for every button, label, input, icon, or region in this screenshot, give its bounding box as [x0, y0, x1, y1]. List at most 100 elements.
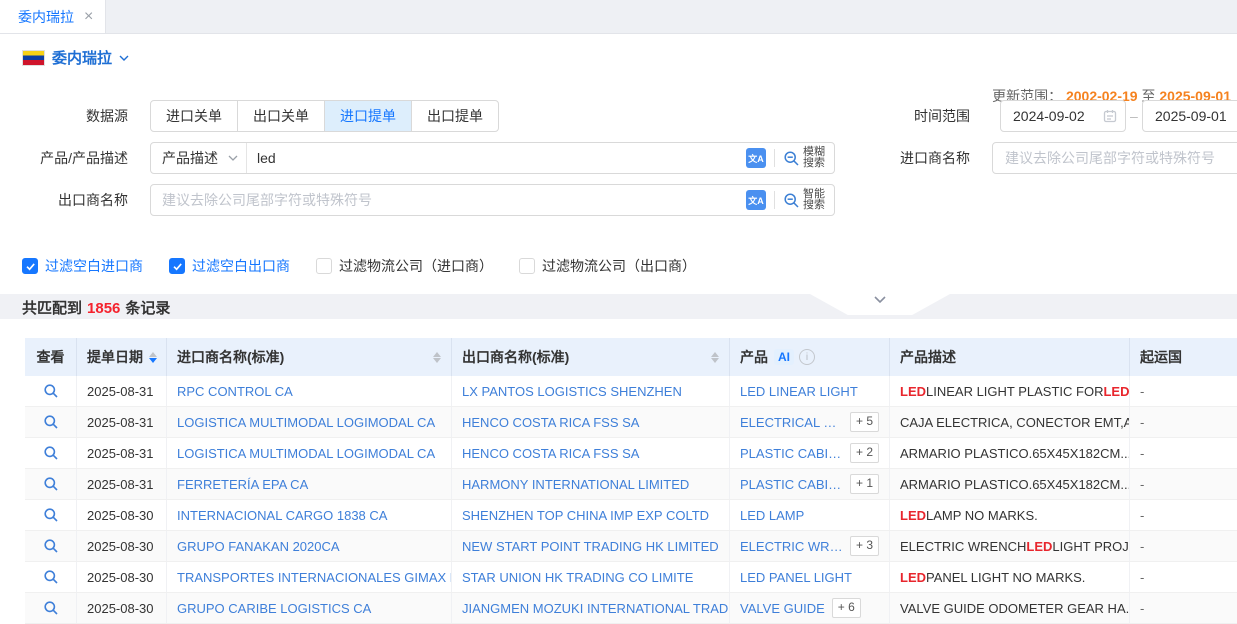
tab-venezuela[interactable]: 委内瑞拉 × [0, 0, 106, 33]
cell-date: 2025-08-31 [77, 438, 167, 468]
checkbox-checked-icon[interactable] [169, 258, 185, 274]
divider [774, 191, 775, 209]
date-start-input[interactable] [1000, 100, 1126, 132]
product-link[interactable]: ELECTRIC WREN... [740, 539, 843, 554]
column-header-exporter[interactable]: 出口商名称(标准) [452, 338, 730, 376]
view-button[interactable] [25, 438, 77, 468]
cell-importer-link[interactable]: INTERNACIONAL CARGO 1838 CA [167, 500, 452, 530]
sort-icons[interactable] [149, 352, 157, 363]
product-field-select[interactable]: 产品描述 [151, 143, 247, 173]
column-header-date[interactable]: 提单日期 [77, 338, 167, 376]
sort-asc-icon[interactable] [149, 352, 157, 357]
translate-icon[interactable]: 文A [746, 190, 766, 210]
column-header-importer[interactable]: 进口商名称(标准) [167, 338, 452, 376]
cell-importer-link[interactable]: LOGISTICA MULTIMODAL LOGIMODAL CA [167, 438, 452, 468]
cell-importer-link[interactable]: TRANSPORTES INTERNACIONALES GIMAX D [167, 562, 452, 592]
product-link[interactable]: ELECTRICAL BOX [740, 415, 843, 430]
table-row: 2025-08-30TRANSPORTES INTERNACIONALES GI… [25, 562, 1237, 593]
product-link[interactable]: LED LAMP [740, 508, 804, 523]
product-link[interactable]: PLASTIC CABINET [740, 477, 843, 492]
search-minus-icon [783, 192, 800, 209]
exporter-name-input[interactable] [151, 192, 746, 208]
close-icon[interactable]: × [84, 9, 93, 25]
country-selector[interactable]: 委内瑞拉 [22, 47, 129, 68]
cell-exporter-link[interactable]: HENCO COSTA RICA FSS SA [452, 438, 730, 468]
exporter-search-suffix: 文A 智能搜索 [746, 189, 834, 211]
cell-importer-link[interactable]: FERRETERÍA EPA CA [167, 469, 452, 499]
table-row: 2025-08-31RPC CONTROL CALX PANTOS LOGIST… [25, 376, 1237, 407]
cell-date: 2025-08-30 [77, 562, 167, 592]
product-link[interactable]: VALVE GUIDE [740, 601, 825, 616]
product-link[interactable]: PLASTIC CABINET [740, 446, 843, 461]
checkbox-unchecked-icon[interactable] [316, 258, 332, 274]
tab-title: 委内瑞拉 [18, 7, 74, 27]
view-button[interactable] [25, 593, 77, 623]
cell-importer-link[interactable]: RPC CONTROL CA [167, 376, 452, 406]
product-search-input[interactable] [247, 150, 746, 166]
cell-origin: - [1130, 469, 1237, 499]
checkbox-unchecked-icon[interactable] [519, 258, 535, 274]
sort-desc-icon[interactable] [433, 358, 441, 363]
view-button[interactable] [25, 531, 77, 561]
cell-description: ELECTRIC WRENCH LED LIGHT PROJ... [890, 531, 1130, 561]
divider [774, 149, 775, 167]
product-search-group: 产品描述 文A 模糊搜索 [150, 142, 835, 174]
data-source-tab-0[interactable]: 进口关单 [150, 100, 238, 132]
view-button[interactable] [25, 469, 77, 499]
product-count-tag[interactable]: + 2 [850, 443, 879, 463]
date-end-value[interactable] [1153, 107, 1237, 125]
data-source-group: 进口关单出口关单进口提单出口提单 [150, 100, 499, 132]
product-link[interactable]: LED LINEAR LIGHT [740, 384, 858, 399]
filter-checkbox-0[interactable]: 过滤空白进口商 [22, 256, 143, 276]
cell-product: LED LINEAR LIGHT [730, 376, 890, 406]
product-link[interactable]: LED PANEL LIGHT [740, 570, 852, 585]
table-header: 查看 提单日期 进口商名称(标准) 出口商名称(标准) [25, 338, 1237, 376]
date-end-input[interactable] [1142, 100, 1237, 132]
cell-exporter-link[interactable]: LX PANTOS LOGISTICS SHENZHEN [452, 376, 730, 406]
product-count-tag[interactable]: + 6 [832, 598, 861, 618]
sort-asc-icon[interactable] [433, 352, 441, 357]
view-button[interactable] [25, 500, 77, 530]
data-source-tab-1[interactable]: 出口关单 [237, 100, 325, 132]
smart-search-button[interactable]: 智能搜索 [783, 189, 825, 211]
cell-exporter-link[interactable]: JIANGMEN MOZUKI INTERNATIONAL TRADE [452, 593, 730, 623]
view-button[interactable] [25, 407, 77, 437]
collapse-panel-button[interactable] [810, 294, 950, 315]
data-source-tab-2[interactable]: 进口提单 [324, 100, 412, 132]
importer-name-input[interactable] [992, 142, 1237, 174]
ai-badge: AI [774, 349, 794, 365]
data-source-tab-3[interactable]: 出口提单 [411, 100, 499, 132]
product-count-tag[interactable]: + 5 [850, 412, 879, 432]
cell-exporter-link[interactable]: NEW START POINT TRADING HK LIMITED [452, 531, 730, 561]
cell-product: LED LAMP [730, 500, 890, 530]
checkbox-checked-icon[interactable] [22, 258, 38, 274]
product-count-tag[interactable]: + 1 [850, 474, 879, 494]
cell-exporter-link[interactable]: SHENZHEN TOP CHINA IMP EXP COLTD [452, 500, 730, 530]
cell-product: ELECTRIC WREN... + 3 [730, 531, 890, 561]
cell-exporter-link[interactable]: HARMONY INTERNATIONAL LIMITED [452, 469, 730, 499]
view-button[interactable] [25, 376, 77, 406]
sort-icons[interactable] [433, 352, 441, 363]
sort-asc-icon[interactable] [711, 352, 719, 357]
filter-checkbox-3[interactable]: 过滤物流公司（出口商） [519, 256, 696, 276]
cell-date: 2025-08-31 [77, 407, 167, 437]
sort-icons[interactable] [711, 352, 719, 363]
view-button[interactable] [25, 562, 77, 592]
product-count-tag[interactable]: + 3 [850, 536, 879, 556]
importer-input-field[interactable] [1003, 149, 1237, 167]
sort-desc-icon[interactable] [711, 358, 719, 363]
cell-importer-link[interactable]: GRUPO CARIBE LOGISTICS CA [167, 593, 452, 623]
filter-checkbox-2[interactable]: 过滤物流公司（进口商） [316, 256, 493, 276]
checkbox-label: 过滤空白出口商 [192, 256, 290, 276]
column-header-origin: 起运国 [1130, 338, 1237, 376]
cell-importer-link[interactable]: GRUPO FANAKAN 2020CA [167, 531, 452, 561]
date-start-value[interactable] [1011, 107, 1103, 125]
checkbox-row: 过滤空白进口商 过滤空白出口商 过滤物流公司（进口商） 过滤物流公司（出口商） [22, 256, 696, 276]
translate-icon[interactable]: 文A [746, 148, 766, 168]
cell-exporter-link[interactable]: STAR UNION HK TRADING CO LIMITE [452, 562, 730, 592]
info-icon[interactable]: i [799, 349, 815, 365]
sort-desc-icon-active[interactable] [149, 358, 157, 363]
cell-importer-link[interactable]: LOGISTICA MULTIMODAL LOGIMODAL CA [167, 407, 452, 437]
filter-checkbox-1[interactable]: 过滤空白出口商 [169, 256, 290, 276]
cell-exporter-link[interactable]: HENCO COSTA RICA FSS SA [452, 407, 730, 437]
